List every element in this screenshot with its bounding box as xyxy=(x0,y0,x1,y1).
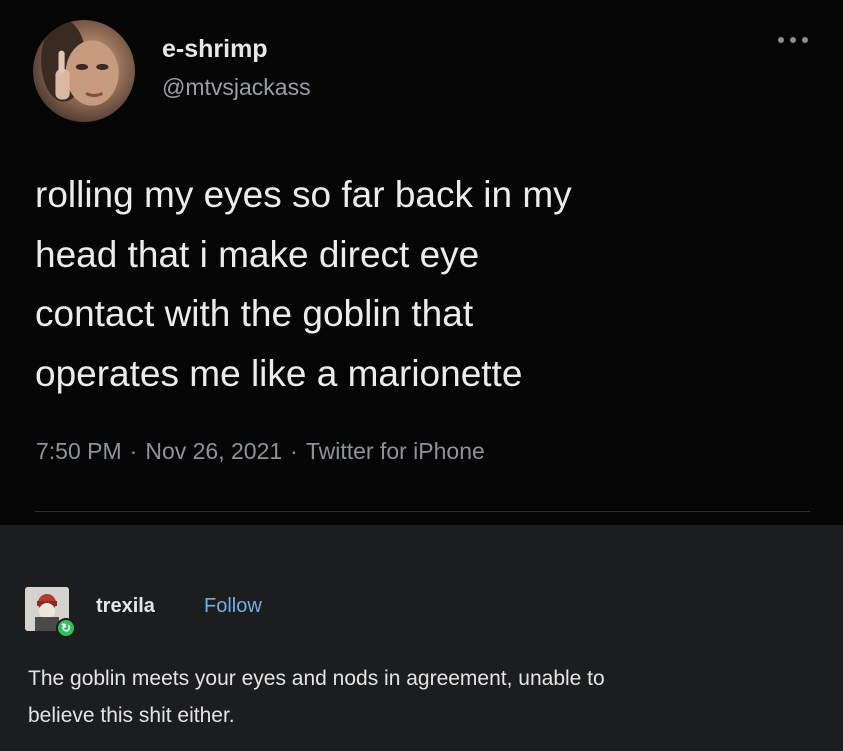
follow-button[interactable]: Follow xyxy=(204,595,262,618)
reply-username[interactable]: trexila xyxy=(96,595,155,618)
tweet-text-line: head that i make direct eye xyxy=(35,233,480,275)
tweet-text-line: contact with the goblin that xyxy=(35,293,474,334)
display-name[interactable]: e-shrimp xyxy=(162,35,268,64)
more-horizontal-icon[interactable] xyxy=(778,32,808,48)
meta-separator: · xyxy=(129,438,138,464)
tweet-text-line: operates me like a marionette xyxy=(35,352,523,394)
refresh-icon: ↻ xyxy=(56,618,76,638)
reply-post: ↻ trexila Follow The goblin meets your e… xyxy=(0,525,843,751)
divider xyxy=(35,511,810,512)
tweet-time[interactable]: 7:50 PM xyxy=(36,438,122,464)
tweet-date[interactable]: Nov 26, 2021 xyxy=(145,438,282,464)
tweet-text: rolling my eyes so far back in my head t… xyxy=(35,165,815,403)
meta-separator: · xyxy=(290,438,298,464)
avatar[interactable] xyxy=(33,20,135,122)
tweet-card: e-shrimp @mtvsjackass rolling my eyes so… xyxy=(0,0,843,525)
reply-text-line: believe this shit either. xyxy=(28,704,235,727)
tweet-text-line: rolling my eyes so far back in my xyxy=(35,174,572,215)
tweet-client[interactable]: Twitter for iPhone xyxy=(306,438,485,464)
reply-text-line: The goblin meets your eyes and nods in a… xyxy=(28,667,605,690)
avatar-photo xyxy=(41,20,119,106)
user-handle[interactable]: @mtvsjackass xyxy=(162,74,311,101)
reply-avatar[interactable]: ↻ xyxy=(25,587,76,638)
tweet-metadata: 7:50 PM · Nov 26, 2021 · Twitter for iPhone xyxy=(36,438,485,465)
reply-text: The goblin meets your eyes and nods in a… xyxy=(28,660,818,734)
